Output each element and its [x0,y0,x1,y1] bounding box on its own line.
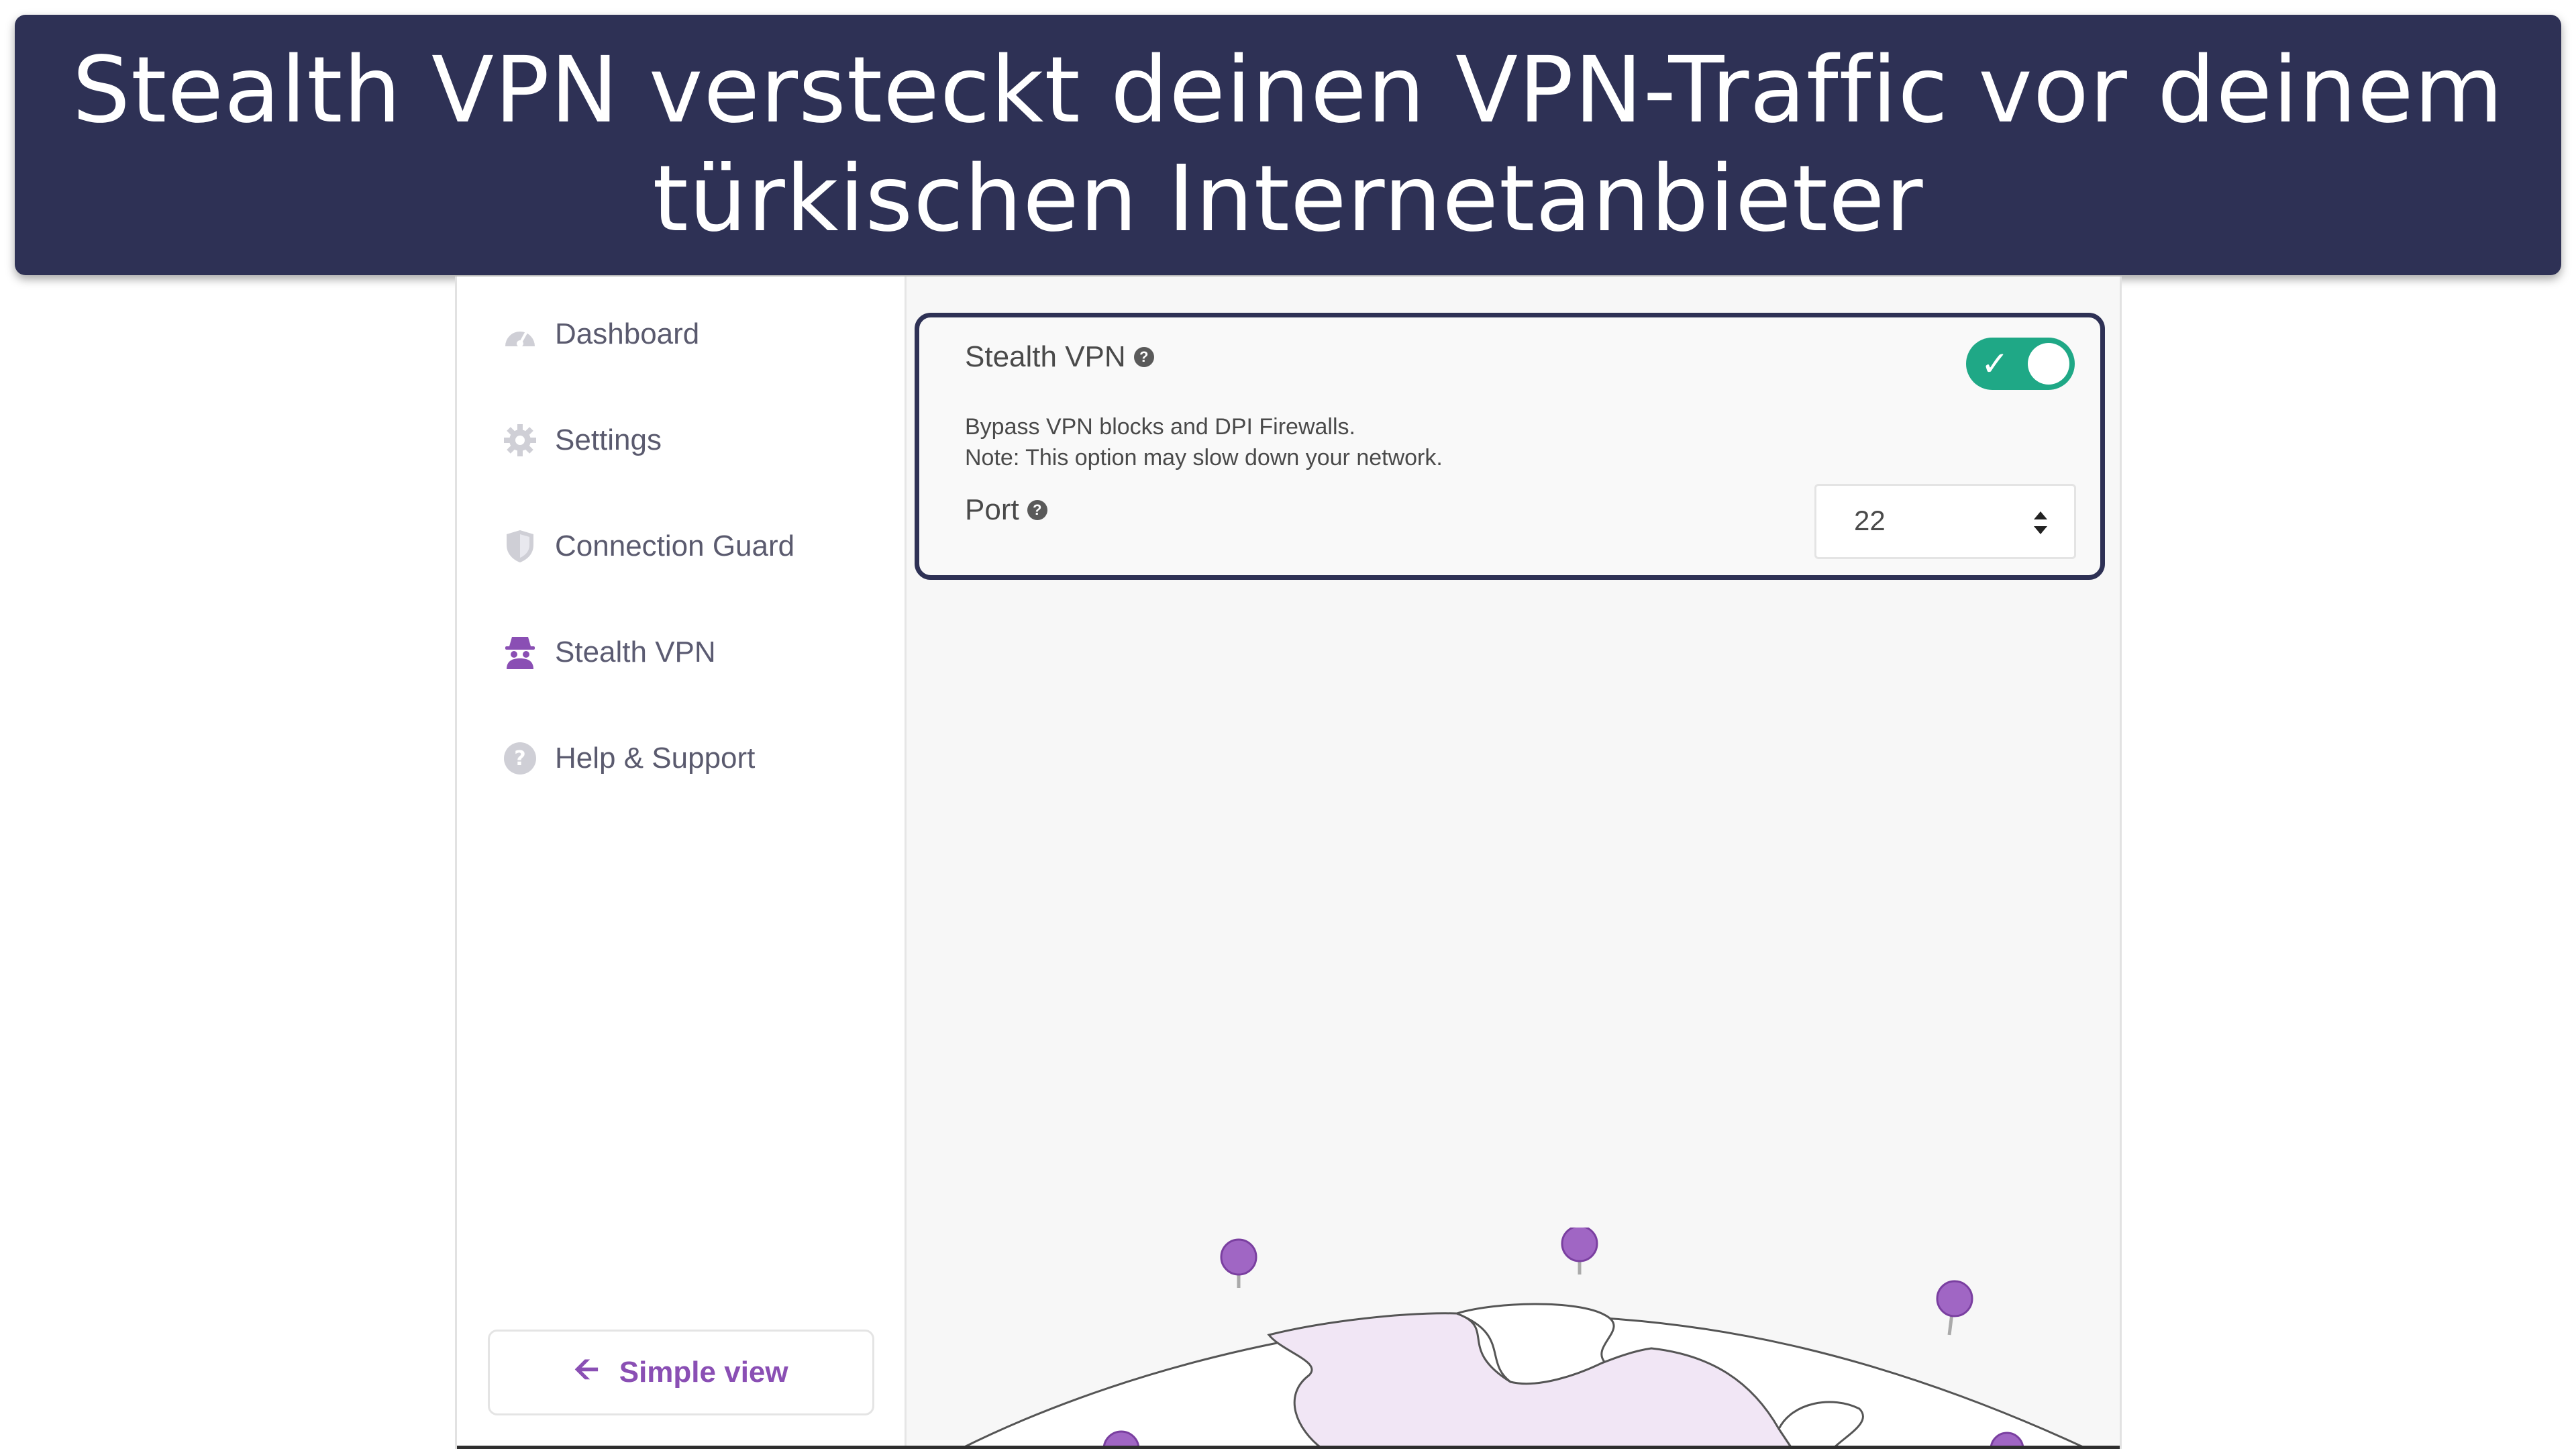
stepper-arrows-icon [2034,511,2047,534]
port-select[interactable]: 22 [1814,484,2076,559]
incognito-icon [501,634,539,671]
location-pin-icon [1936,1280,1973,1336]
location-pin-icon [1561,1228,1598,1275]
sidebar-item-help-support[interactable]: ? Help & Support [501,732,755,785]
sidebar-item-connection-guard[interactable]: Connection Guard [501,519,794,573]
app-window: Dashboard Settings Connection Guard Stea… [455,277,2122,1449]
sidebar: Dashboard Settings Connection Guard Stea… [457,277,907,1449]
caption-text: Stealth VPN versteckt deinen VPN-Traffic… [72,38,2504,252]
window-bottom-edge [457,1446,2120,1449]
gear-icon [501,421,539,459]
check-icon: ✓ [1981,345,2009,383]
sidebar-item-stealth-vpn[interactable]: Stealth VPN [501,626,716,679]
sidebar-item-label: Connection Guard [555,530,795,562]
content-area: Stealth VPN ? ✓ Bypass VPN blocks and DP… [907,277,2120,1449]
sidebar-item-dashboard[interactable]: Dashboard [501,307,699,361]
stealth-vpn-panel: Stealth VPN ? ✓ Bypass VPN blocks and DP… [915,313,2105,580]
arrow-left-icon: 🡨 [574,1351,599,1386]
toggle-knob [2028,343,2069,385]
sidebar-item-label: Help & Support [555,742,756,775]
description-line: Bypass VPN blocks and DPI Firewalls. [965,414,1355,440]
world-map-illustration [960,1228,2088,1449]
caption-banner: Stealth VPN versteckt deinen VPN-Traffic… [15,15,2561,275]
panel-title: Stealth VPN ? [965,340,1154,374]
stealth-vpn-title: Stealth VPN [965,340,1126,373]
sidebar-item-label: Dashboard [555,317,700,350]
help-icon[interactable]: ? [1027,500,1047,520]
port-label: Port ? [965,493,1047,527]
location-pin-icon [1220,1238,1257,1288]
description-note: Note: This option may slow down your net… [965,445,1443,470]
help-icon[interactable]: ? [1133,347,1154,367]
simple-view-button[interactable]: 🡨 Simple view [488,1330,874,1415]
sidebar-item-settings[interactable]: Settings [501,413,662,467]
svg-text:?: ? [514,747,525,770]
panel-description: Bypass VPN blocks and DPI Firewalls. Not… [965,411,1443,473]
shield-icon [501,528,539,565]
simple-view-label: Simple view [619,1356,788,1389]
port-label-text: Port [965,493,1019,526]
stealth-vpn-toggle[interactable]: ✓ [1966,338,2075,390]
sidebar-item-label: Settings [555,423,662,456]
port-value: 22 [1854,505,1886,536]
help-icon: ? [501,740,539,777]
sidebar-item-label: Stealth VPN [555,636,716,668]
dashboard-icon [501,315,539,353]
